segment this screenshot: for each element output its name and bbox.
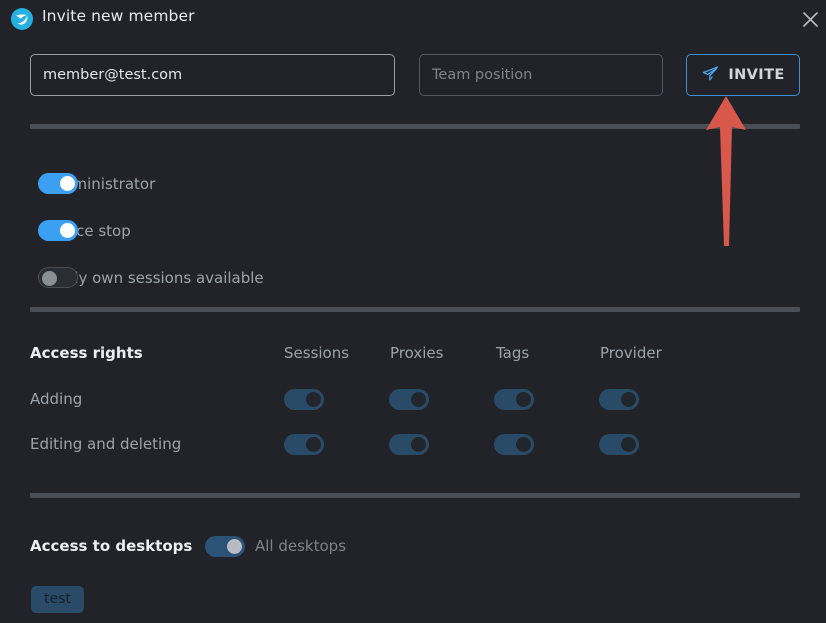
permission-row-only-own-sessions: Only own sessions available bbox=[0, 254, 500, 301]
all-desktops-toggle[interactable] bbox=[205, 536, 245, 557]
permission-label: Only own sessions available bbox=[53, 268, 264, 287]
column-header-tags: Tags bbox=[496, 344, 530, 362]
team-position-field[interactable] bbox=[419, 54, 663, 96]
column-header-sessions: Sessions bbox=[284, 344, 350, 362]
access-to-desktops-heading: Access to desktops bbox=[30, 537, 193, 555]
editing-sessions-toggle[interactable] bbox=[284, 434, 324, 455]
editing-tags-toggle[interactable] bbox=[494, 434, 534, 455]
invite-button[interactable]: INVITE bbox=[686, 54, 800, 96]
force-stop-toggle[interactable] bbox=[38, 220, 78, 241]
divider bbox=[30, 493, 800, 498]
desktop-tag-chip[interactable]: test bbox=[31, 586, 84, 613]
access-rights-heading: Access rights bbox=[30, 344, 143, 362]
permission-switch-list: Administrator Force stop Only own sessio… bbox=[0, 160, 500, 301]
column-header-proxies: Proxies bbox=[390, 344, 444, 362]
column-header-provider: Provider bbox=[600, 344, 662, 362]
app-logo-icon bbox=[11, 8, 33, 30]
invite-button-label: INVITE bbox=[728, 67, 785, 83]
all-desktops-label: All desktops bbox=[255, 537, 347, 555]
only-own-sessions-toggle[interactable] bbox=[38, 267, 78, 288]
send-paper-plane-icon bbox=[701, 64, 720, 87]
invite-new-member-dialog: Invite new member INVITE Administrator bbox=[0, 0, 826, 623]
adding-provider-toggle[interactable] bbox=[599, 389, 639, 410]
page-title: Invite new member bbox=[42, 7, 195, 25]
permission-row-administrator: Administrator bbox=[0, 160, 500, 207]
dialog-header: Invite new member bbox=[0, 0, 826, 38]
email-field[interactable] bbox=[30, 54, 395, 96]
divider bbox=[30, 307, 800, 312]
editing-provider-toggle[interactable] bbox=[599, 434, 639, 455]
adding-sessions-toggle[interactable] bbox=[284, 389, 324, 410]
adding-tags-toggle[interactable] bbox=[494, 389, 534, 410]
editing-proxies-toggle[interactable] bbox=[389, 434, 429, 455]
administrator-toggle[interactable] bbox=[38, 173, 78, 194]
annotation-arrow-icon bbox=[696, 96, 756, 246]
divider bbox=[30, 124, 800, 129]
permission-row-force-stop: Force stop bbox=[0, 207, 500, 254]
access-row-label-editing-deleting: Editing and deleting bbox=[30, 435, 182, 453]
adding-proxies-toggle[interactable] bbox=[389, 389, 429, 410]
close-icon[interactable] bbox=[798, 7, 822, 31]
access-row-label-adding: Adding bbox=[30, 390, 83, 408]
